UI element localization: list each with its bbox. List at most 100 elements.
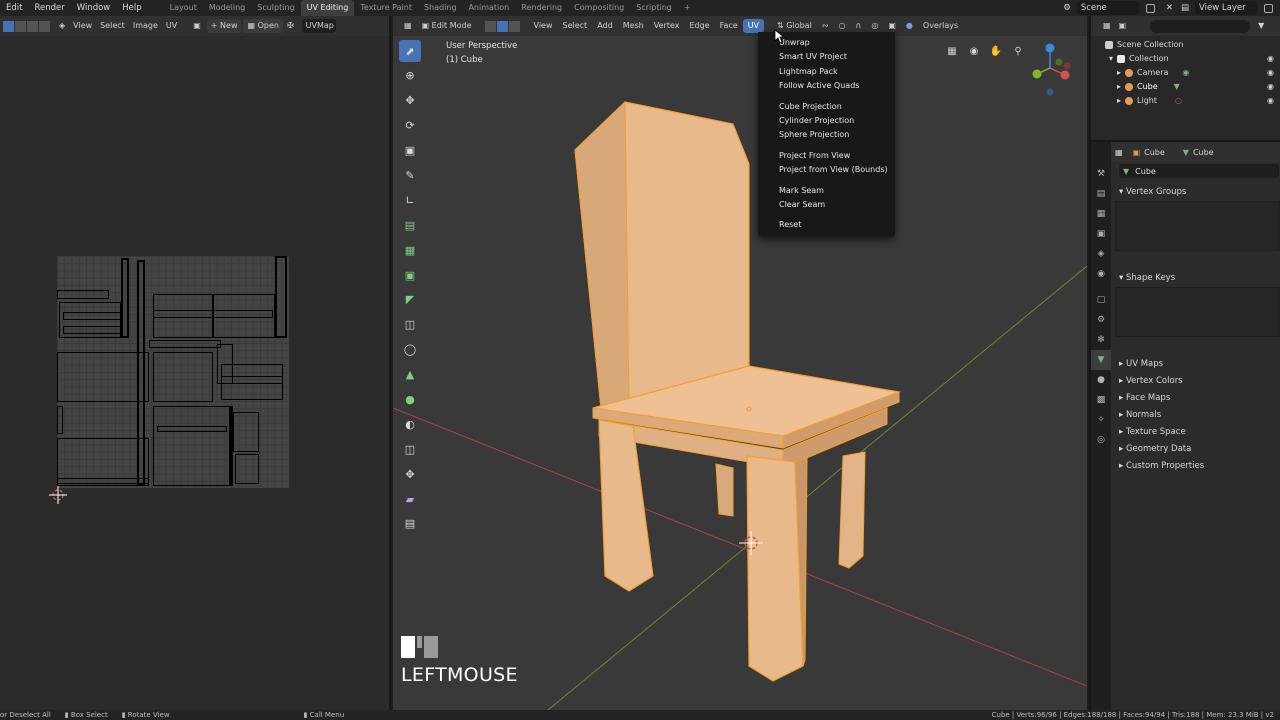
panel-geometry-data[interactable]: ▸ Geometry Data xyxy=(1113,441,1280,458)
uv-uv-menu[interactable]: UV xyxy=(162,19,181,33)
tab-modeling[interactable]: Modeling xyxy=(203,0,251,16)
panel-header[interactable]: ▾ Shape Keys xyxy=(1113,270,1280,287)
knife-tool[interactable]: ◯ xyxy=(399,339,421,361)
select-mode-buttons[interactable] xyxy=(484,20,521,32)
extrude-tool[interactable]: ▦ xyxy=(399,239,421,261)
scene-selector[interactable]: Scene xyxy=(1076,1,1139,15)
bevel-tool[interactable]: ◤ xyxy=(399,289,421,311)
tool-tab-icon[interactable]: ⚒ xyxy=(1091,164,1111,184)
outliner-search-input[interactable] xyxy=(1150,19,1251,33)
copy-icon[interactable] xyxy=(1139,1,1162,15)
panel-face-maps[interactable]: ▸ Face Maps xyxy=(1113,390,1280,407)
menu-cylinder-projection[interactable]: Cylinder Projection xyxy=(758,114,895,128)
visibility-icon[interactable]: ◎ xyxy=(866,19,883,33)
menu-lightmap-pack[interactable]: Lightmap Pack xyxy=(758,65,895,79)
close-icon[interactable]: ✕ xyxy=(1162,1,1177,15)
viewport-select-menu[interactable]: Select xyxy=(558,19,593,33)
tab-layout[interactable]: Layout xyxy=(164,0,203,16)
tab-sculpting[interactable]: Sculpting xyxy=(251,0,300,16)
viewport-edge-menu[interactable]: Edge xyxy=(684,19,714,33)
menu-sphere-projection[interactable]: Sphere Projection xyxy=(758,128,895,142)
menu-edit[interactable]: Edit xyxy=(0,0,28,16)
shrink-fatten-tool[interactable]: ✥ xyxy=(399,463,421,485)
uv-editor[interactable]: ◈ View Select Image UV ▣ + New ▦ Open ✠ … xyxy=(0,16,391,710)
panel-header[interactable]: ▾ Vertex Groups xyxy=(1113,184,1280,201)
tab-texture-paint[interactable]: Texture Paint xyxy=(354,0,418,16)
uv-sync-icon[interactable]: ◈ xyxy=(55,19,69,33)
menu-reset[interactable]: Reset xyxy=(758,218,895,232)
outliner-row-camera[interactable]: ▸ Camera ◉ xyxy=(1117,66,1189,80)
menu-project-from-view-bounds[interactable]: Project from View (Bounds) xyxy=(758,163,895,177)
eye-icon[interactable]: ◉ xyxy=(1267,68,1274,77)
view-layer-tab-icon[interactable]: ▣ xyxy=(1091,224,1111,244)
viewport-gizmo-icon[interactable]: ▣ xyxy=(883,19,901,33)
outliner-row-scene-collection[interactable]: Scene Collection xyxy=(1105,38,1184,52)
uvmap-selector[interactable]: UVMap xyxy=(301,19,336,33)
display-mode-icon[interactable]: ▣ xyxy=(1115,19,1131,33)
mesh-name-field[interactable]: ▼ Cube xyxy=(1119,164,1279,178)
expand-arrow-icon[interactable]: ▸ xyxy=(1117,66,1121,80)
rip-region-tool[interactable]: ▤ xyxy=(399,513,421,535)
vertex-groups-list[interactable] xyxy=(1115,201,1280,251)
overlays-menu[interactable]: Overlays xyxy=(918,19,963,33)
viewport-vertex-menu[interactable]: Vertex xyxy=(649,19,685,33)
output-tab-icon[interactable]: ▦ xyxy=(1091,204,1111,224)
panel-custom-properties[interactable]: ▸ Custom Properties xyxy=(1113,458,1280,475)
menu-follow-active-quads[interactable]: Follow Active Quads xyxy=(758,79,895,93)
copy-layer-icon[interactable] xyxy=(1257,1,1280,15)
new-image-button[interactable]: + New xyxy=(206,19,242,33)
move-tool[interactable]: ✥ xyxy=(399,90,421,112)
viewport-view-menu[interactable]: View xyxy=(529,19,558,33)
outliner-row-cube[interactable]: ▸ Cube ▼ xyxy=(1117,80,1180,94)
add-workspace-button[interactable]: + xyxy=(678,0,697,16)
particles-tab-icon[interactable]: ✻ xyxy=(1091,330,1111,350)
open-image-button[interactable]: ▦ Open xyxy=(243,19,283,33)
uv-image-menu[interactable]: Image xyxy=(129,19,162,33)
expand-arrow-icon[interactable]: ▾ xyxy=(1109,52,1113,66)
render-tab-icon[interactable]: ▤ xyxy=(1091,184,1111,204)
object-tab-icon[interactable]: ▢ xyxy=(1091,290,1111,310)
spin-tool[interactable]: ● xyxy=(399,388,421,410)
shear-tool[interactable]: ▰ xyxy=(399,488,421,510)
proportional-edit-icon[interactable]: ○ xyxy=(834,19,851,33)
tab-uv-editing[interactable]: UV Editing xyxy=(300,0,355,16)
select-box-tool[interactable]: ⬈ xyxy=(399,40,421,62)
rotate-tool[interactable]: ⟳ xyxy=(399,115,421,137)
panel-normals[interactable]: ▸ Normals xyxy=(1113,407,1280,424)
editor-type-icon[interactable]: ▦ xyxy=(399,19,417,33)
mesh-data-tab-icon[interactable]: ▼ xyxy=(1091,350,1111,370)
uv-view-menu[interactable]: View xyxy=(69,19,96,33)
snap-icon[interactable]: ∾ xyxy=(817,19,834,33)
toggle-camera-icon[interactable]: ▦ xyxy=(943,44,961,60)
expand-arrow-icon[interactable]: ▸ xyxy=(1117,80,1121,94)
camera-view-icon[interactable]: ◉ xyxy=(965,44,983,60)
menu-mark-seam[interactable]: Mark Seam xyxy=(758,184,895,198)
menu-help[interactable]: Help xyxy=(116,0,147,16)
material-tab-icon[interactable]: ● xyxy=(1091,370,1111,390)
physics-tab-icon[interactable]: ◎ xyxy=(1091,430,1111,450)
image-browse-icon[interactable]: ▣ xyxy=(189,19,205,33)
inset-tool[interactable]: ▣ xyxy=(399,264,421,286)
axis-gizmo[interactable] xyxy=(1025,40,1075,100)
shape-keys-list[interactable] xyxy=(1115,287,1280,337)
texture-tab-icon[interactable]: ▩ xyxy=(1091,390,1111,410)
poly-build-tool[interactable]: ▲ xyxy=(399,364,421,386)
panel-uv-maps[interactable]: ▸ UV Maps xyxy=(1113,356,1280,373)
expand-arrow-icon[interactable]: ▸ xyxy=(1117,94,1121,108)
tab-animation[interactable]: Animation xyxy=(462,0,515,16)
viewport-uv-menu[interactable]: UV xyxy=(742,19,765,33)
2d-cursor-icon[interactable] xyxy=(49,486,67,504)
menu-render[interactable]: Render xyxy=(28,0,70,16)
outliner-editor-icon[interactable]: ▦ xyxy=(1099,19,1115,33)
annotate-tool[interactable]: ✎ xyxy=(399,164,421,186)
viewport-face-menu[interactable]: Face xyxy=(715,19,743,33)
add-cube-tool[interactable]: ▤ xyxy=(399,214,421,236)
tab-scripting[interactable]: Scripting xyxy=(630,0,678,16)
falloff-icon[interactable]: ∩ xyxy=(851,19,867,33)
uv-select-menu[interactable]: Select xyxy=(96,19,129,33)
eye-icon[interactable]: ◉ xyxy=(1267,96,1274,105)
menu-window[interactable]: Window xyxy=(71,0,117,16)
tab-rendering[interactable]: Rendering xyxy=(515,0,568,16)
panel-texture-space[interactable]: ▸ Texture Space xyxy=(1113,424,1280,441)
smooth-tool[interactable]: ◐ xyxy=(399,413,421,435)
